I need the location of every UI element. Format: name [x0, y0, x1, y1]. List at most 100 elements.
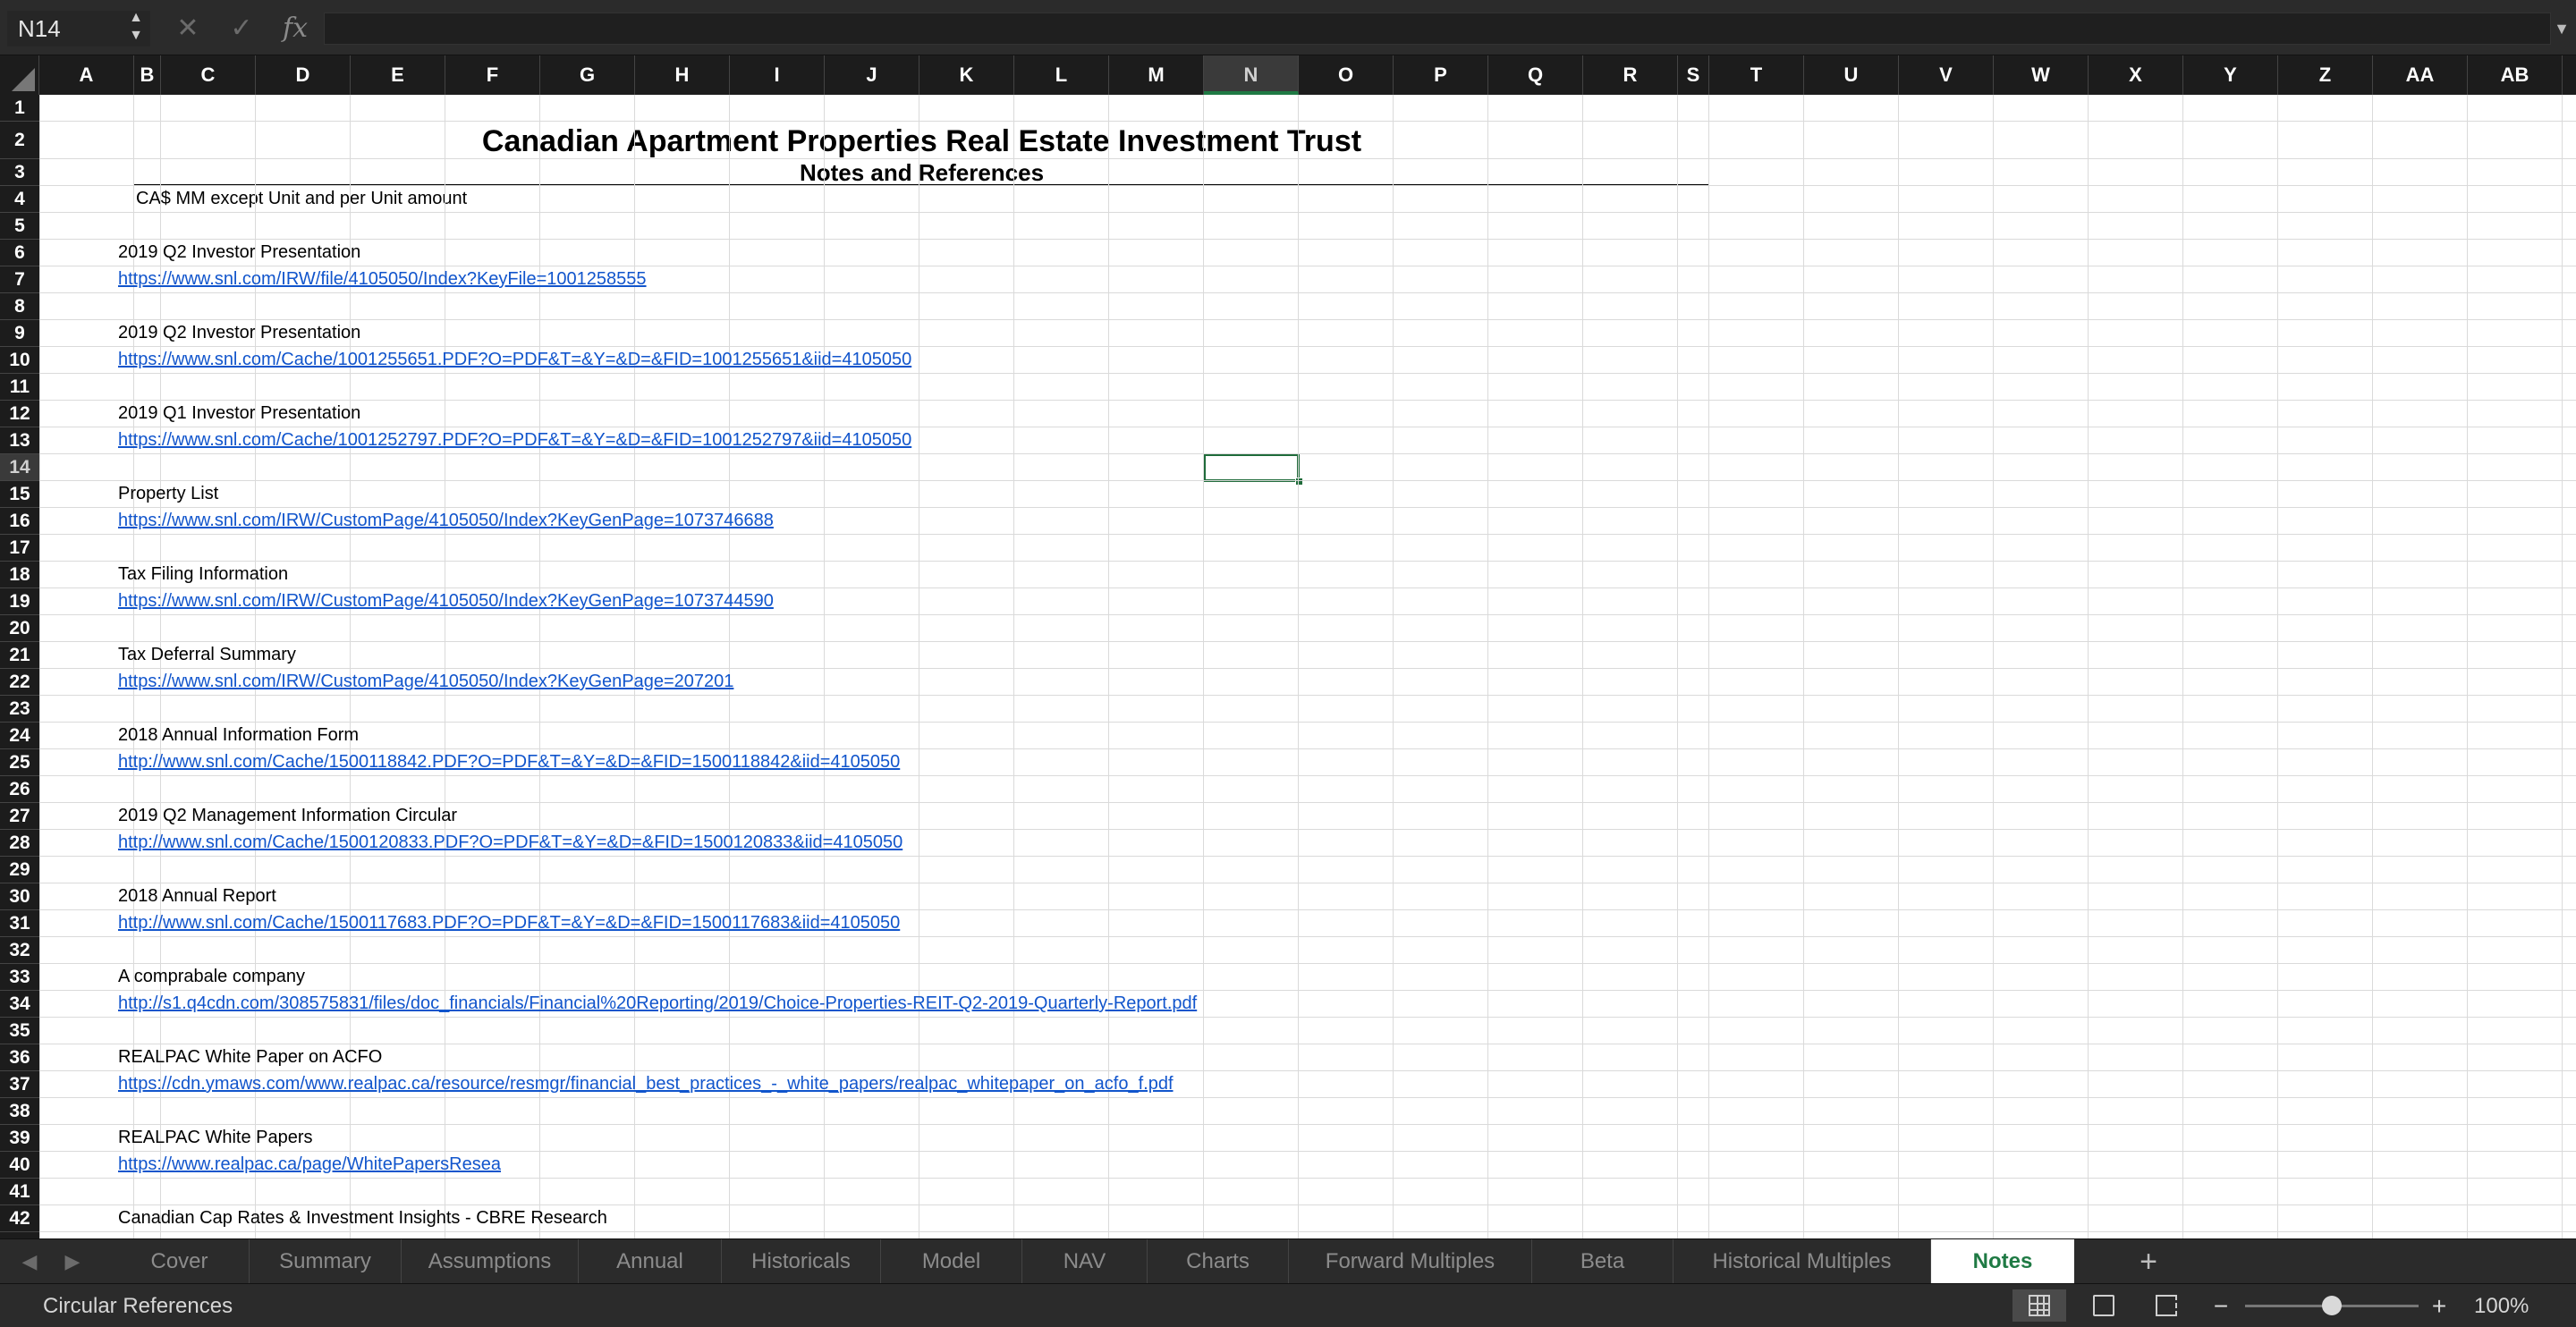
row-header-14[interactable]: 14 — [0, 454, 39, 481]
column-header-h[interactable]: H — [635, 55, 730, 95]
column-header-ab[interactable]: AB — [2468, 55, 2563, 95]
page-layout-view-button[interactable] — [2077, 1289, 2131, 1322]
row-header-30[interactable]: 30 — [0, 883, 39, 910]
column-header-t[interactable]: T — [1709, 55, 1804, 95]
note-link[interactable]: http://www.snl.com/Cache/1500120833.PDF?… — [118, 830, 902, 855]
row-header-11[interactable]: 11 — [0, 374, 39, 401]
row-header-19[interactable]: 19 — [0, 588, 39, 615]
column-header-f[interactable]: F — [445, 55, 540, 95]
column-header-u[interactable]: U — [1804, 55, 1899, 95]
note-link[interactable]: https://cdn.ymaws.com/www.realpac.ca/res… — [118, 1071, 1174, 1096]
note-link[interactable]: http://www.snl.com/Cache/1500118842.PDF?… — [118, 749, 900, 774]
row-header-8[interactable]: 8 — [0, 293, 39, 320]
x-icon[interactable]: ✕ — [170, 11, 206, 46]
row-header-34[interactable]: 34 — [0, 991, 39, 1018]
column-header-k[interactable]: K — [919, 55, 1014, 95]
row-header-4[interactable]: 4 — [0, 186, 39, 213]
status-text[interactable]: Circular References — [43, 1284, 233, 1327]
sheet-tab-historical-multiples[interactable]: Historical Multiples — [1674, 1239, 1931, 1284]
zoom-level[interactable]: 100% — [2474, 1284, 2529, 1327]
fill-handle[interactable] — [1295, 478, 1303, 486]
row-header-40[interactable]: 40 — [0, 1152, 39, 1179]
note-link[interactable]: https://www.snl.com/IRW/CustomPage/41050… — [118, 669, 733, 694]
cell-area[interactable]: Canadian Apartment Properties Real Estat… — [39, 95, 2576, 1238]
column-header-w[interactable]: W — [1994, 55, 2089, 95]
row-header-29[interactable]: 29 — [0, 857, 39, 883]
sheet-tab-historicals[interactable]: Historicals — [722, 1239, 881, 1284]
selected-cell[interactable] — [1203, 453, 1300, 482]
column-header-r[interactable]: R — [1583, 55, 1678, 95]
column-header-b[interactable]: B — [134, 55, 161, 95]
note-link[interactable]: https://www.snl.com/IRW/file/4105050/Ind… — [118, 266, 647, 292]
note-link[interactable]: https://www.snl.com/IRW/CustomPage/41050… — [118, 508, 774, 533]
sheet-tab-annual[interactable]: Annual — [579, 1239, 722, 1284]
row-header-41[interactable]: 41 — [0, 1179, 39, 1205]
zoom-in-button[interactable]: + — [2426, 1284, 2453, 1327]
column-header-m[interactable]: M — [1109, 55, 1204, 95]
note-link[interactable]: http://s1.q4cdn.com/308575831/files/doc_… — [118, 991, 1197, 1016]
row-header-42[interactable]: 42 — [0, 1205, 39, 1232]
row-header-24[interactable]: 24 — [0, 723, 39, 749]
row-header-33[interactable]: 33 — [0, 964, 39, 991]
scroll-tabs-right-icon[interactable]: ▶ — [59, 1239, 86, 1284]
sheet-tab-model[interactable]: Model — [881, 1239, 1022, 1284]
column-header-z[interactable]: Z — [2278, 55, 2373, 95]
row-header-9[interactable]: 9 — [0, 320, 39, 347]
row-header-27[interactable]: 27 — [0, 803, 39, 830]
row-header-36[interactable]: 36 — [0, 1044, 39, 1071]
row-header-38[interactable]: 38 — [0, 1098, 39, 1125]
row-header-15[interactable]: 15 — [0, 481, 39, 508]
row-header-28[interactable]: 28 — [0, 830, 39, 857]
page-break-view-button[interactable] — [2140, 1289, 2193, 1322]
column-header-j[interactable]: J — [825, 55, 919, 95]
normal-view-button[interactable] — [2012, 1289, 2066, 1322]
column-header-y[interactable]: Y — [2183, 55, 2278, 95]
chevron-down-icon[interactable]: ▼ — [2551, 13, 2572, 45]
column-header-v[interactable]: V — [1899, 55, 1994, 95]
note-link[interactable]: https://www.snl.com/IRW/CustomPage/41050… — [118, 588, 774, 613]
add-sheet-button[interactable]: + — [2131, 1239, 2166, 1284]
sheet-tab-assumptions[interactable]: Assumptions — [402, 1239, 579, 1284]
column-header-q[interactable]: Q — [1488, 55, 1583, 95]
sheet-tab-beta[interactable]: Beta — [1532, 1239, 1674, 1284]
row-header-3[interactable]: 3 — [0, 159, 39, 186]
column-header-o[interactable]: O — [1299, 55, 1394, 95]
sheet-tab-cover[interactable]: Cover — [110, 1239, 250, 1284]
row-header-1[interactable]: 1 — [0, 95, 39, 122]
row-header-17[interactable]: 17 — [0, 535, 39, 562]
row-header-10[interactable]: 10 — [0, 347, 39, 374]
fx-icon[interactable]: fx — [277, 11, 313, 46]
row-header-31[interactable]: 31 — [0, 910, 39, 937]
row-header-39[interactable]: 39 — [0, 1125, 39, 1152]
column-header-e[interactable]: E — [351, 55, 445, 95]
sheet-tab-forward-multiples[interactable]: Forward Multiples — [1289, 1239, 1532, 1284]
row-header-26[interactable]: 26 — [0, 776, 39, 803]
column-header-s[interactable]: S — [1678, 55, 1709, 95]
column-header-p[interactable]: P — [1394, 55, 1488, 95]
name-box-stepper-icon[interactable]: ▲ ▼ — [123, 9, 148, 48]
row-header-20[interactable]: 20 — [0, 615, 39, 642]
row-header-18[interactable]: 18 — [0, 562, 39, 588]
sheet-tab-summary[interactable]: Summary — [250, 1239, 402, 1284]
row-header-22[interactable]: 22 — [0, 669, 39, 696]
column-header-l[interactable]: L — [1014, 55, 1109, 95]
row-header-37[interactable]: 37 — [0, 1071, 39, 1098]
row-header-35[interactable]: 35 — [0, 1018, 39, 1044]
formula-input[interactable] — [324, 13, 2551, 45]
row-header-21[interactable]: 21 — [0, 642, 39, 669]
scroll-tabs-left-icon[interactable]: ◀ — [16, 1239, 43, 1284]
row-header-25[interactable]: 25 — [0, 749, 39, 776]
zoom-slider-thumb[interactable] — [2322, 1296, 2342, 1315]
column-header-d[interactable]: D — [256, 55, 351, 95]
sheet-tab-notes[interactable]: Notes — [1931, 1239, 2074, 1284]
note-link[interactable]: https://www.realpac.ca/page/WhitePapersR… — [118, 1152, 501, 1177]
column-header-g[interactable]: G — [540, 55, 635, 95]
row-header-2[interactable]: 2 — [0, 122, 39, 159]
column-header-x[interactable]: X — [2089, 55, 2183, 95]
column-header-n[interactable]: N — [1204, 55, 1299, 95]
row-header-23[interactable]: 23 — [0, 696, 39, 723]
check-icon[interactable]: ✓ — [224, 11, 259, 46]
row-header-7[interactable]: 7 — [0, 266, 39, 293]
select-all-button[interactable] — [0, 55, 39, 95]
note-link[interactable]: https://www.snl.com/Cache/1001252797.PDF… — [118, 427, 911, 452]
